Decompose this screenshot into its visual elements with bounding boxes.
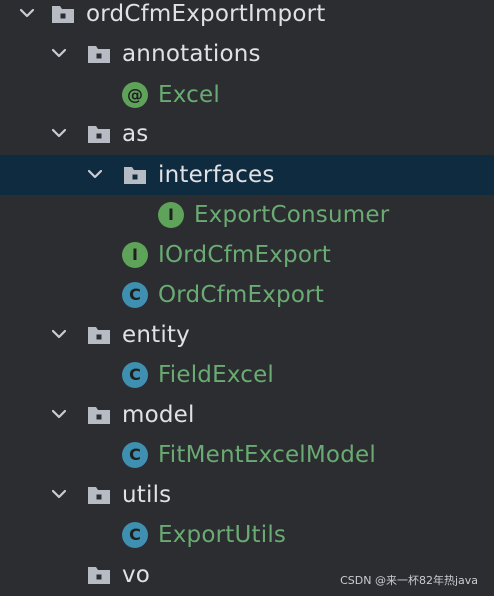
tree-item-label: as <box>122 121 149 147</box>
class-badge: C <box>122 442 148 468</box>
tree-row-fieldexcel[interactable]: C FieldExcel <box>0 355 494 395</box>
tree-item-label: annotations <box>122 41 261 67</box>
tree-item-label: FitMentExcelModel <box>158 442 376 468</box>
project-tree: ordCfmExportImport annotations @ Excel a… <box>0 0 494 596</box>
class-icon: C <box>122 362 148 388</box>
tree-item-label: FieldExcel <box>158 362 275 388</box>
class-icon: C <box>122 522 148 548</box>
folder-icon <box>86 121 112 147</box>
class-badge: C <box>122 522 148 548</box>
tree-item-label: ordCfmExportImport <box>86 1 326 27</box>
interface-badge: I <box>122 242 148 268</box>
tree-item-label: IOrdCfmExport <box>158 242 331 268</box>
tree-row-iordcfmexport[interactable]: I IOrdCfmExport <box>0 235 494 275</box>
class-badge: C <box>122 362 148 388</box>
chevron-down-icon[interactable] <box>48 403 70 425</box>
tree-row-exportconsumer[interactable]: I ExportConsumer <box>0 195 494 235</box>
interface-icon: I <box>122 242 148 268</box>
folder-icon <box>86 402 112 428</box>
tree-item-label: entity <box>122 322 190 348</box>
tree-row-exportutils[interactable]: C ExportUtils <box>0 515 494 555</box>
tree-item-label: Excel <box>158 82 220 108</box>
folder-icon <box>50 1 76 27</box>
watermark-text: CSDN @来一杯82年热java <box>340 574 478 587</box>
chevron-down-icon[interactable] <box>48 323 70 345</box>
tree-item-label: utils <box>122 482 172 508</box>
folder-icon <box>86 322 112 348</box>
tree-row-utils[interactable]: utils <box>0 475 494 515</box>
tree-row-model[interactable]: model <box>0 395 494 435</box>
folder-icon <box>86 482 112 508</box>
chevron-down-icon[interactable] <box>48 122 70 144</box>
interface-badge: I <box>158 202 184 228</box>
folder-icon <box>122 162 148 188</box>
tree-row-annotations[interactable]: annotations <box>0 34 494 74</box>
tree-row-as[interactable]: as <box>0 114 494 154</box>
tree-item-label: ExportUtils <box>158 522 287 548</box>
tree-row-fitmentexcelmodel[interactable]: C FitMentExcelModel <box>0 435 494 475</box>
interface-icon: I <box>158 202 184 228</box>
folder-icon <box>86 562 112 588</box>
tree-row-ordcfmexport[interactable]: C OrdCfmExport <box>0 275 494 315</box>
tree-item-label: ExportConsumer <box>194 202 390 228</box>
chevron-down-icon[interactable] <box>48 483 70 505</box>
tree-row-entity[interactable]: entity <box>0 315 494 355</box>
tree-item-label: interfaces <box>158 162 275 188</box>
tree-row-excel[interactable]: @ Excel <box>0 75 494 115</box>
tree-item-label: model <box>122 402 195 428</box>
tree-row-interfaces[interactable]: interfaces <box>0 155 494 195</box>
tree-item-label: OrdCfmExport <box>158 282 325 308</box>
class-icon: C <box>122 282 148 308</box>
class-badge: C <box>122 282 148 308</box>
chevron-down-icon[interactable] <box>84 163 106 185</box>
chevron-down-icon[interactable] <box>48 42 70 64</box>
annotation-icon: @ <box>122 82 148 108</box>
class-icon: C <box>122 442 148 468</box>
chevron-down-icon[interactable] <box>16 2 38 24</box>
tree-item-label: vo <box>122 562 151 588</box>
annotation-badge: @ <box>122 82 148 108</box>
folder-icon <box>86 41 112 67</box>
tree-row-ordcfmexportimport[interactable]: ordCfmExportImport <box>0 0 494 34</box>
